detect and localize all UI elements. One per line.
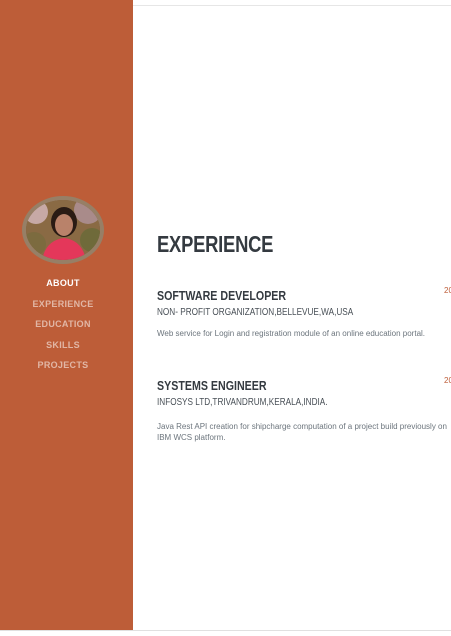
sidebar: ABOUT EXPERIENCE EDUCATION SKILLS PROJEC… xyxy=(0,0,133,631)
profile-avatar xyxy=(22,196,104,264)
nav-item-projects[interactable]: PROJECTS xyxy=(0,358,126,379)
job-date: 20 xyxy=(444,376,451,385)
job-organization: INFOSYS LTD,TRIVANDRUM,KERALA,INDIA. xyxy=(157,397,328,408)
job-title: SYSTEMS ENGINEER xyxy=(157,378,267,393)
nav-item-skills[interactable]: SKILLS xyxy=(0,338,126,359)
job-organization: NON- PROFIT ORGANIZATION,BELLEVUE,WA,USA xyxy=(157,307,354,318)
job-date: 20 xyxy=(444,286,451,295)
experience-heading: EXPERIENCE xyxy=(157,231,274,257)
nav-item-about[interactable]: ABOUT xyxy=(0,276,126,297)
job-title: SOFTWARE DEVELOPER xyxy=(157,288,287,303)
profile-photo xyxy=(26,200,100,260)
job-description: Java Rest API creation for shipcharge co… xyxy=(157,422,447,442)
job-description: Web service for Login and registration m… xyxy=(157,329,426,338)
nav-item-experience[interactable]: EXPERIENCE xyxy=(0,297,126,318)
sidebar-nav: ABOUT EXPERIENCE EDUCATION SKILLS PROJEC… xyxy=(0,276,126,379)
main-content: EXPERIENCE SOFTWARE DEVELOPER NON- PROFI… xyxy=(157,0,451,631)
bottom-divider xyxy=(0,630,451,631)
nav-item-education[interactable]: EDUCATION xyxy=(0,317,126,338)
